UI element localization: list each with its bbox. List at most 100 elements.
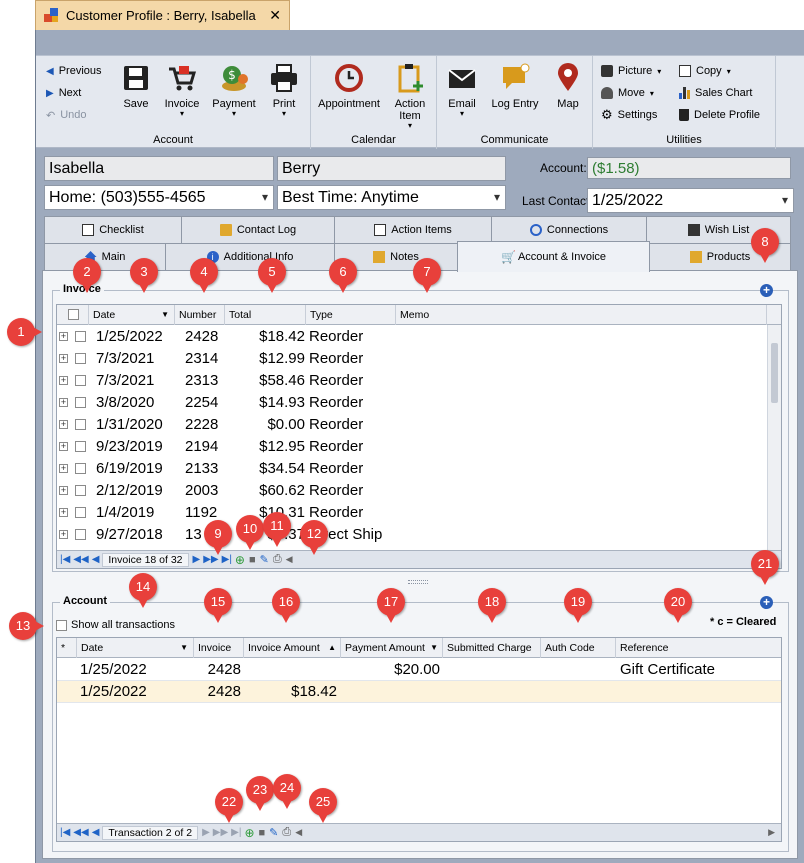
previous-button[interactable]: ◀ Previous — [46, 62, 102, 80]
first-name-field[interactable]: Isabella — [44, 156, 274, 181]
edit-record-icon[interactable]: ✎ — [260, 553, 269, 566]
add-record-icon[interactable]: ⊕ — [244, 826, 254, 840]
print-record-icon[interactable]: ⎙ — [273, 553, 282, 566]
table-row[interactable]: +1/25/2022 2428 $18.42 Reorder — [57, 326, 781, 348]
delete-record-icon[interactable]: ■ — [249, 554, 256, 566]
invoice-button[interactable]: Invoice ▾ — [154, 62, 210, 118]
delete-record-icon[interactable]: ■ — [259, 827, 266, 839]
tab-contact-log[interactable]: Contact Log — [181, 216, 335, 244]
table-row[interactable]: +9/23/2019 2194 $12.95 Reorder — [57, 436, 781, 458]
show-all-transactions[interactable]: Show all transactions — [56, 619, 175, 631]
row-checkbox[interactable] — [75, 331, 86, 342]
table-row[interactable]: +1/4/20191192$10.31Reorder — [57, 502, 781, 524]
column-header-payment-amount[interactable]: Payment Amount ▼ — [341, 638, 443, 658]
column-header-auth-code[interactable]: Auth Code — [541, 638, 616, 658]
column-header-total[interactable]: Total — [225, 305, 306, 325]
add-account-icon[interactable]: + — [760, 596, 773, 609]
scroll-left-icon[interactable]: ◀ — [286, 554, 293, 565]
scroll-left-icon[interactable]: ◀ — [295, 827, 302, 838]
expand-row-icon[interactable]: + — [59, 332, 68, 341]
expand-row-icon[interactable]: + — [59, 442, 68, 451]
add-invoice-icon[interactable]: + — [760, 284, 773, 297]
next-record-icon[interactable]: ▶ — [193, 554, 201, 565]
prev-page-icon[interactable]: ◀◀ — [73, 554, 88, 565]
map-button[interactable]: Map — [545, 62, 591, 110]
column-header-number[interactable]: Number — [175, 305, 225, 325]
select-all-checkbox[interactable] — [68, 309, 79, 320]
expand-row-icon[interactable]: + — [59, 376, 68, 385]
invoice-scroll-thumb[interactable] — [771, 343, 778, 403]
row-checkbox[interactable] — [75, 353, 86, 364]
show-all-checkbox[interactable] — [56, 619, 67, 631]
add-record-icon[interactable]: ⊕ — [235, 553, 245, 567]
column-header-submitted-charge[interactable]: Submitted Charge — [443, 638, 541, 658]
row-checkbox[interactable] — [75, 485, 86, 496]
expand-row-icon[interactable]: + — [59, 530, 68, 539]
best-time-select[interactable]: Best Time: Anytime — [277, 185, 506, 210]
appointment-button[interactable]: Appointment — [315, 62, 383, 110]
edit-record-icon[interactable]: ✎ — [269, 826, 278, 839]
column-header-cleared[interactable]: * — [57, 638, 77, 658]
expand-row-icon[interactable]: + — [59, 398, 68, 407]
row-checkbox[interactable] — [75, 375, 86, 386]
print-record-icon[interactable]: ⎙ — [282, 826, 291, 839]
tab-account-invoice[interactable]: 🛒 Account & Invoice — [457, 241, 650, 272]
next-record-icon[interactable]: ▶ — [202, 827, 210, 838]
picture-button[interactable]: Picture ▾ — [601, 62, 661, 80]
tab-action-items[interactable]: Action Items — [334, 216, 492, 244]
last-page-icon[interactable]: ▶| — [231, 827, 241, 838]
last-contact-date[interactable]: 1/25/2022 — [587, 188, 794, 213]
panel-splitter[interactable] — [408, 580, 428, 584]
prev-page-icon[interactable]: ◀◀ — [73, 827, 88, 838]
next-page-icon[interactable]: ▶▶ — [213, 827, 228, 838]
customer-profile-tab[interactable]: Customer Profile : Berry, Isabella ✕ — [35, 0, 290, 30]
row-checkbox[interactable] — [75, 441, 86, 452]
prev-record-icon[interactable]: ◀ — [92, 827, 100, 838]
column-header-reference[interactable]: Reference — [616, 638, 781, 658]
column-header-date[interactable]: Date ▼ — [89, 305, 175, 325]
column-header-memo[interactable]: Memo — [396, 305, 767, 325]
column-header-invoice[interactable]: Invoice — [194, 638, 244, 658]
first-page-icon[interactable]: |◀ — [60, 827, 70, 838]
expand-row-icon[interactable]: + — [59, 420, 68, 429]
print-button[interactable]: Print ▾ — [256, 62, 312, 118]
undo-button[interactable]: ↶ Undo — [46, 106, 87, 124]
action-item-button[interactable]: Action Item ▾ — [385, 62, 435, 130]
email-button[interactable]: Email ▾ — [437, 62, 487, 118]
delete-profile-button[interactable]: Delete Profile — [679, 106, 760, 124]
table-row[interactable]: +9/27/201813$5.37Direct Ship — [57, 524, 781, 546]
row-checkbox[interactable] — [75, 463, 86, 474]
expand-row-icon[interactable]: + — [59, 486, 68, 495]
invoice-scrollbar[interactable] — [767, 325, 781, 552]
prev-record-icon[interactable]: ◀ — [92, 554, 100, 565]
table-row[interactable]: +2/12/2019 2003 $60.62 Reorder — [57, 480, 781, 502]
tab-checklist[interactable]: Checklist — [44, 216, 182, 244]
expand-row-icon[interactable]: + — [59, 354, 68, 363]
move-button[interactable]: Move ▾ — [601, 84, 654, 102]
first-page-icon[interactable]: |◀ — [60, 554, 70, 565]
row-checkbox[interactable] — [75, 397, 86, 408]
table-row[interactable]: +7/3/2021 2313 $58.46 Reorder — [57, 370, 781, 392]
next-button[interactable]: ▶ Next — [46, 84, 81, 102]
table-row[interactable]: 1/25/2022 2428 $20.00 Gift Certificate — [57, 659, 781, 681]
select-all-header[interactable] — [57, 305, 89, 325]
column-header-invoice-amount[interactable]: Invoice Amount ▲ — [244, 638, 341, 658]
phone-select[interactable]: Home: (503)555-4565 — [44, 185, 274, 210]
table-row[interactable]: +1/31/2020 2228 $0.00 Reorder — [57, 414, 781, 436]
sales-chart-button[interactable]: Sales Chart — [679, 84, 752, 102]
table-row[interactable]: 1/25/2022 2428 $18.42 — [57, 681, 781, 703]
column-header-type[interactable]: Type — [306, 305, 396, 325]
row-checkbox[interactable] — [75, 529, 86, 540]
log-entry-button[interactable]: Log Entry — [485, 62, 545, 110]
row-checkbox[interactable] — [75, 507, 86, 518]
tab-connections[interactable]: Connections — [491, 216, 647, 244]
last-name-field[interactable]: Berry — [277, 156, 506, 181]
copy-button[interactable]: Copy ▾ — [679, 62, 731, 80]
expand-row-icon[interactable]: + — [59, 464, 68, 473]
payment-button[interactable]: $ Payment ▾ — [206, 62, 262, 118]
scroll-right-icon[interactable]: ▶ — [768, 827, 775, 838]
table-row[interactable]: +6/19/2019 2133 $34.54 Reorder — [57, 458, 781, 480]
column-header-date[interactable]: Date ▼ — [77, 638, 194, 658]
expand-row-icon[interactable]: + — [59, 508, 68, 517]
close-icon[interactable]: ✕ — [269, 7, 281, 24]
